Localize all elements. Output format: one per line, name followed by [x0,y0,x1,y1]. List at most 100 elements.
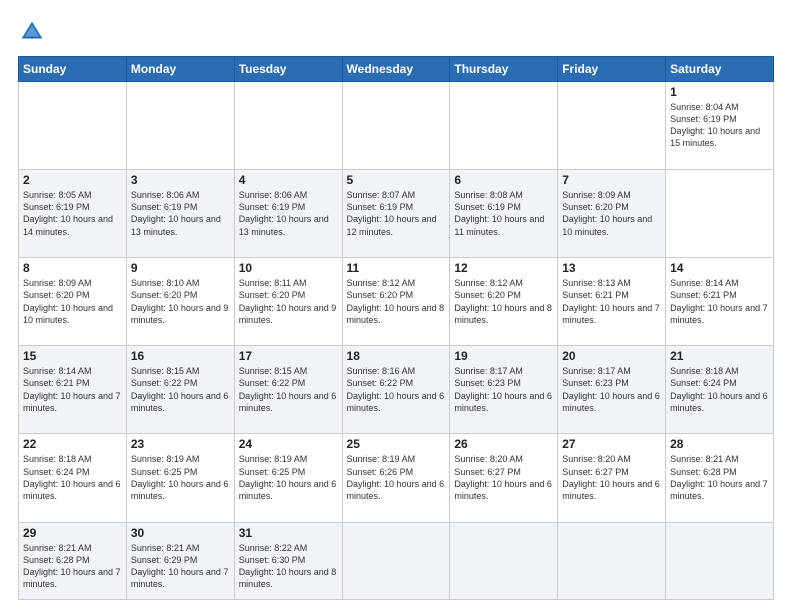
day-number: 16 [131,349,230,363]
day-info: Sunrise: 8:17 AM Sunset: 6:23 PM Dayligh… [562,365,661,414]
day-cell-16: 16 Sunrise: 8:15 AM Sunset: 6:22 PM Dayl… [126,346,234,434]
day-info: Sunrise: 8:17 AM Sunset: 6:23 PM Dayligh… [454,365,553,414]
header [18,18,774,46]
day-info: Sunrise: 8:13 AM Sunset: 6:21 PM Dayligh… [562,277,661,326]
logo-icon [18,18,46,46]
day-number: 12 [454,261,553,275]
day-number: 5 [347,173,446,187]
day-info: Sunrise: 8:12 AM Sunset: 6:20 PM Dayligh… [454,277,553,326]
calendar-week-3: 8 Sunrise: 8:09 AM Sunset: 6:20 PM Dayli… [19,258,774,346]
day-cell-11: 11 Sunrise: 8:12 AM Sunset: 6:20 PM Dayl… [342,258,450,346]
day-number: 31 [239,526,338,540]
calendar-header-wednesday: Wednesday [342,57,450,82]
day-info: Sunrise: 8:11 AM Sunset: 6:20 PM Dayligh… [239,277,338,326]
calendar-week-1: 1 Sunrise: 8:04 AM Sunset: 6:19 PM Dayli… [19,82,774,170]
day-cell-20: 20 Sunrise: 8:17 AM Sunset: 6:23 PM Dayl… [558,346,666,434]
day-info: Sunrise: 8:10 AM Sunset: 6:20 PM Dayligh… [131,277,230,326]
day-cell-25: 25 Sunrise: 8:19 AM Sunset: 6:26 PM Dayl… [342,434,450,522]
calendar-header-saturday: Saturday [666,57,774,82]
day-number: 21 [670,349,769,363]
day-info: Sunrise: 8:16 AM Sunset: 6:22 PM Dayligh… [347,365,446,414]
day-cell-6: 6 Sunrise: 8:08 AM Sunset: 6:19 PM Dayli… [450,170,558,258]
day-number: 30 [131,526,230,540]
day-cell-8: 8 Sunrise: 8:09 AM Sunset: 6:20 PM Dayli… [19,258,127,346]
day-cell-27: 27 Sunrise: 8:20 AM Sunset: 6:27 PM Dayl… [558,434,666,522]
day-cell-5: 5 Sunrise: 8:07 AM Sunset: 6:19 PM Dayli… [342,170,450,258]
day-number: 26 [454,437,553,451]
day-cell-15: 15 Sunrise: 8:14 AM Sunset: 6:21 PM Dayl… [19,346,127,434]
day-number: 8 [23,261,122,275]
calendar-week-4: 15 Sunrise: 8:14 AM Sunset: 6:21 PM Dayl… [19,346,774,434]
day-cell-4: 4 Sunrise: 8:06 AM Sunset: 6:19 PM Dayli… [234,170,342,258]
day-cell-24: 24 Sunrise: 8:19 AM Sunset: 6:25 PM Dayl… [234,434,342,522]
day-info: Sunrise: 8:09 AM Sunset: 6:20 PM Dayligh… [562,189,661,238]
empty-cell [666,522,774,599]
calendar-header-friday: Friday [558,57,666,82]
empty-cell [342,82,450,170]
day-info: Sunrise: 8:09 AM Sunset: 6:20 PM Dayligh… [23,277,122,326]
day-cell-12: 12 Sunrise: 8:12 AM Sunset: 6:20 PM Dayl… [450,258,558,346]
day-cell-31: 31 Sunrise: 8:22 AM Sunset: 6:30 PM Dayl… [234,522,342,599]
empty-cell [342,522,450,599]
empty-cell [558,522,666,599]
day-cell-14: 14 Sunrise: 8:14 AM Sunset: 6:21 PM Dayl… [666,258,774,346]
day-cell-1: 1 Sunrise: 8:04 AM Sunset: 6:19 PM Dayli… [666,82,774,170]
day-cell-26: 26 Sunrise: 8:20 AM Sunset: 6:27 PM Dayl… [450,434,558,522]
day-cell-19: 19 Sunrise: 8:17 AM Sunset: 6:23 PM Dayl… [450,346,558,434]
empty-cell [126,82,234,170]
day-cell-17: 17 Sunrise: 8:15 AM Sunset: 6:22 PM Dayl… [234,346,342,434]
day-number: 27 [562,437,661,451]
empty-cell [450,82,558,170]
day-number: 4 [239,173,338,187]
day-info: Sunrise: 8:15 AM Sunset: 6:22 PM Dayligh… [131,365,230,414]
day-cell-7: 7 Sunrise: 8:09 AM Sunset: 6:20 PM Dayli… [558,170,666,258]
day-info: Sunrise: 8:20 AM Sunset: 6:27 PM Dayligh… [454,453,553,502]
calendar-week-6: 29 Sunrise: 8:21 AM Sunset: 6:28 PM Dayl… [19,522,774,599]
day-cell-23: 23 Sunrise: 8:19 AM Sunset: 6:25 PM Dayl… [126,434,234,522]
empty-cell [234,82,342,170]
day-info: Sunrise: 8:04 AM Sunset: 6:19 PM Dayligh… [670,101,769,150]
day-number: 3 [131,173,230,187]
day-number: 6 [454,173,553,187]
day-number: 28 [670,437,769,451]
day-cell-28: 28 Sunrise: 8:21 AM Sunset: 6:28 PM Dayl… [666,434,774,522]
day-number: 18 [347,349,446,363]
day-number: 17 [239,349,338,363]
day-number: 29 [23,526,122,540]
day-cell-30: 30 Sunrise: 8:21 AM Sunset: 6:29 PM Dayl… [126,522,234,599]
day-info: Sunrise: 8:14 AM Sunset: 6:21 PM Dayligh… [23,365,122,414]
calendar-week-5: 22 Sunrise: 8:18 AM Sunset: 6:24 PM Dayl… [19,434,774,522]
day-info: Sunrise: 8:06 AM Sunset: 6:19 PM Dayligh… [239,189,338,238]
day-info: Sunrise: 8:21 AM Sunset: 6:28 PM Dayligh… [670,453,769,502]
day-info: Sunrise: 8:05 AM Sunset: 6:19 PM Dayligh… [23,189,122,238]
day-cell-9: 9 Sunrise: 8:10 AM Sunset: 6:20 PM Dayli… [126,258,234,346]
day-cell-18: 18 Sunrise: 8:16 AM Sunset: 6:22 PM Dayl… [342,346,450,434]
day-info: Sunrise: 8:19 AM Sunset: 6:25 PM Dayligh… [239,453,338,502]
day-cell-3: 3 Sunrise: 8:06 AM Sunset: 6:19 PM Dayli… [126,170,234,258]
day-number: 22 [23,437,122,451]
day-info: Sunrise: 8:07 AM Sunset: 6:19 PM Dayligh… [347,189,446,238]
day-number: 2 [23,173,122,187]
day-cell-2: 2 Sunrise: 8:05 AM Sunset: 6:19 PM Dayli… [19,170,127,258]
day-info: Sunrise: 8:18 AM Sunset: 6:24 PM Dayligh… [670,365,769,414]
day-number: 10 [239,261,338,275]
day-cell-29: 29 Sunrise: 8:21 AM Sunset: 6:28 PM Dayl… [19,522,127,599]
calendar-week-2: 2 Sunrise: 8:05 AM Sunset: 6:19 PM Dayli… [19,170,774,258]
page: SundayMondayTuesdayWednesdayThursdayFrid… [0,0,792,612]
empty-cell [19,82,127,170]
empty-cell [450,522,558,599]
day-number: 7 [562,173,661,187]
day-info: Sunrise: 8:19 AM Sunset: 6:25 PM Dayligh… [131,453,230,502]
day-info: Sunrise: 8:21 AM Sunset: 6:28 PM Dayligh… [23,542,122,591]
calendar-header-tuesday: Tuesday [234,57,342,82]
day-number: 25 [347,437,446,451]
day-cell-21: 21 Sunrise: 8:18 AM Sunset: 6:24 PM Dayl… [666,346,774,434]
day-info: Sunrise: 8:22 AM Sunset: 6:30 PM Dayligh… [239,542,338,591]
day-number: 13 [562,261,661,275]
day-number: 19 [454,349,553,363]
day-cell-22: 22 Sunrise: 8:18 AM Sunset: 6:24 PM Dayl… [19,434,127,522]
day-number: 1 [670,85,769,99]
calendar: SundayMondayTuesdayWednesdayThursdayFrid… [18,56,774,600]
day-number: 24 [239,437,338,451]
day-cell-13: 13 Sunrise: 8:13 AM Sunset: 6:21 PM Dayl… [558,258,666,346]
